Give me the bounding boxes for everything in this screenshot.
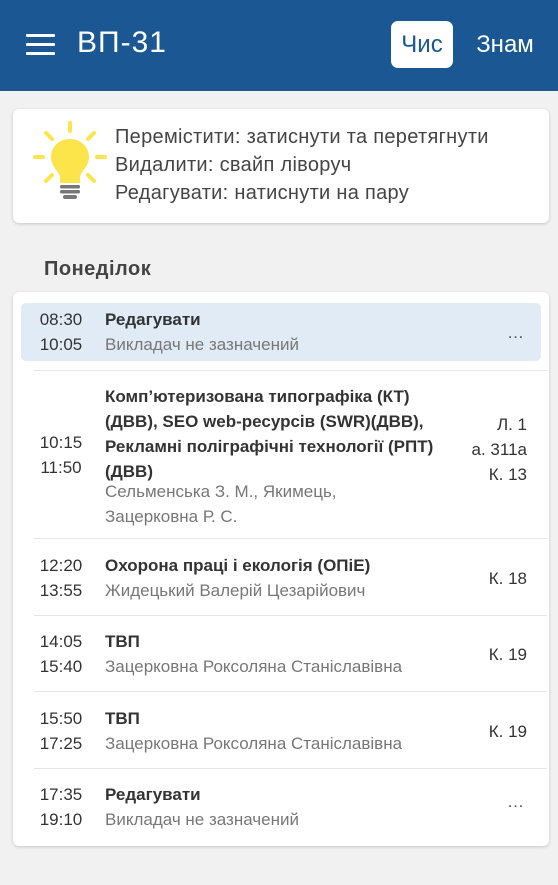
lesson-teacher: Викладач не зазначений bbox=[105, 810, 299, 829]
app-title: ВП-31 bbox=[77, 26, 167, 59]
lesson-end-time: 19:10 bbox=[39, 810, 83, 829]
lesson-row[interactable]: 10:15 11:50 Комп’ютеризована типографіка… bbox=[21, 384, 541, 526]
lesson-teacher: Зацерковна Роксоляна Станіславівна bbox=[105, 734, 403, 753]
lesson-room: К. 13 bbox=[488, 465, 527, 484]
row-divider bbox=[34, 691, 547, 692]
day-title: Понеділок bbox=[44, 258, 152, 280]
lesson-end-time: 13:55 bbox=[39, 581, 83, 600]
lesson-start-time: 12:20 bbox=[39, 556, 83, 575]
lesson-subject: Редагувати bbox=[105, 310, 201, 329]
lesson-subject-line: Комп’ютеризована типографіка (КТ) bbox=[105, 387, 410, 406]
more-icon[interactable]: … bbox=[507, 323, 525, 343]
lesson-start-time: 17:35 bbox=[39, 785, 83, 804]
lightbulb-icon bbox=[33, 121, 107, 199]
numerator-toggle-button[interactable]: Чис bbox=[391, 21, 453, 68]
schedule-card: 08:30 10:05 Редагувати Викладач не зазна… bbox=[13, 292, 549, 846]
lesson-room: а. 311а bbox=[471, 440, 527, 459]
lesson-room: К. 18 bbox=[488, 569, 527, 588]
lesson-row[interactable]: 08:30 10:05 Редагувати Викладач не зазна… bbox=[21, 303, 541, 361]
row-divider bbox=[34, 615, 547, 616]
lesson-subject: ТВП bbox=[105, 632, 140, 651]
denominator-toggle-button[interactable]: Знам bbox=[462, 21, 548, 68]
lesson-end-time: 17:25 bbox=[39, 734, 83, 753]
lesson-end-time: 10:05 bbox=[39, 335, 83, 354]
row-divider bbox=[34, 768, 547, 769]
lesson-teacher-line: Зацерковна Р. С. bbox=[105, 507, 238, 526]
app-bar: ВП-31 Чис Знам bbox=[0, 0, 558, 91]
row-divider bbox=[34, 370, 547, 371]
lesson-room: К. 19 bbox=[488, 645, 527, 664]
lesson-subject-line: Рекламні поліграфічні технології (РПТ) bbox=[105, 437, 434, 456]
lesson-end-time: 15:40 bbox=[39, 657, 83, 676]
lesson-room: Л. 1 bbox=[496, 415, 527, 434]
lesson-subject-line: (ДВВ), SEO web-ресурсів (SWR)(ДВВ), bbox=[105, 412, 424, 431]
lesson-row[interactable]: 15:50 17:25 ТВП Зацерковна Роксоляна Ста… bbox=[21, 706, 541, 758]
hint-move-text: Перемістити: затиснути та перетягнути bbox=[115, 126, 489, 148]
hint-delete-text: Видалити: свайп ліворуч bbox=[115, 154, 352, 176]
lesson-start-time: 10:15 bbox=[39, 433, 83, 452]
lesson-subject: Охорона праці і екологія (ОПіЕ) bbox=[105, 556, 371, 575]
lesson-row[interactable]: 12:20 13:55 Охорона праці і екологія (ОП… bbox=[21, 553, 541, 605]
hint-card: Перемістити: затиснути та перетягнути Ви… bbox=[13, 109, 549, 223]
hint-edit-text: Редагувати: натиснути на пару bbox=[115, 182, 410, 204]
lesson-subject: Редагувати bbox=[105, 785, 201, 804]
menu-icon[interactable] bbox=[26, 34, 56, 56]
row-divider bbox=[34, 538, 547, 539]
lesson-teacher-line: Сельменська З. М., Якимець, bbox=[105, 482, 337, 501]
lesson-subject: ТВП bbox=[105, 709, 140, 728]
lesson-row[interactable]: 17:35 19:10 Редагувати Викладач не зазна… bbox=[21, 782, 541, 834]
lesson-room: К. 19 bbox=[488, 722, 527, 741]
lesson-row[interactable]: 14:05 15:40 ТВП Зацерковна Роксоляна Ста… bbox=[21, 629, 541, 681]
lesson-teacher: Жидецький Валерій Цезарійович bbox=[105, 581, 366, 600]
lesson-end-time: 11:50 bbox=[40, 458, 82, 477]
lesson-start-time: 08:30 bbox=[39, 310, 83, 329]
lesson-teacher: Зацерковна Роксоляна Станіславівна bbox=[105, 657, 403, 676]
more-icon[interactable]: … bbox=[507, 792, 525, 812]
lesson-start-time: 14:05 bbox=[39, 632, 83, 651]
lesson-start-time: 15:50 bbox=[39, 709, 83, 728]
lesson-teacher: Викладач не зазначений bbox=[105, 335, 299, 354]
